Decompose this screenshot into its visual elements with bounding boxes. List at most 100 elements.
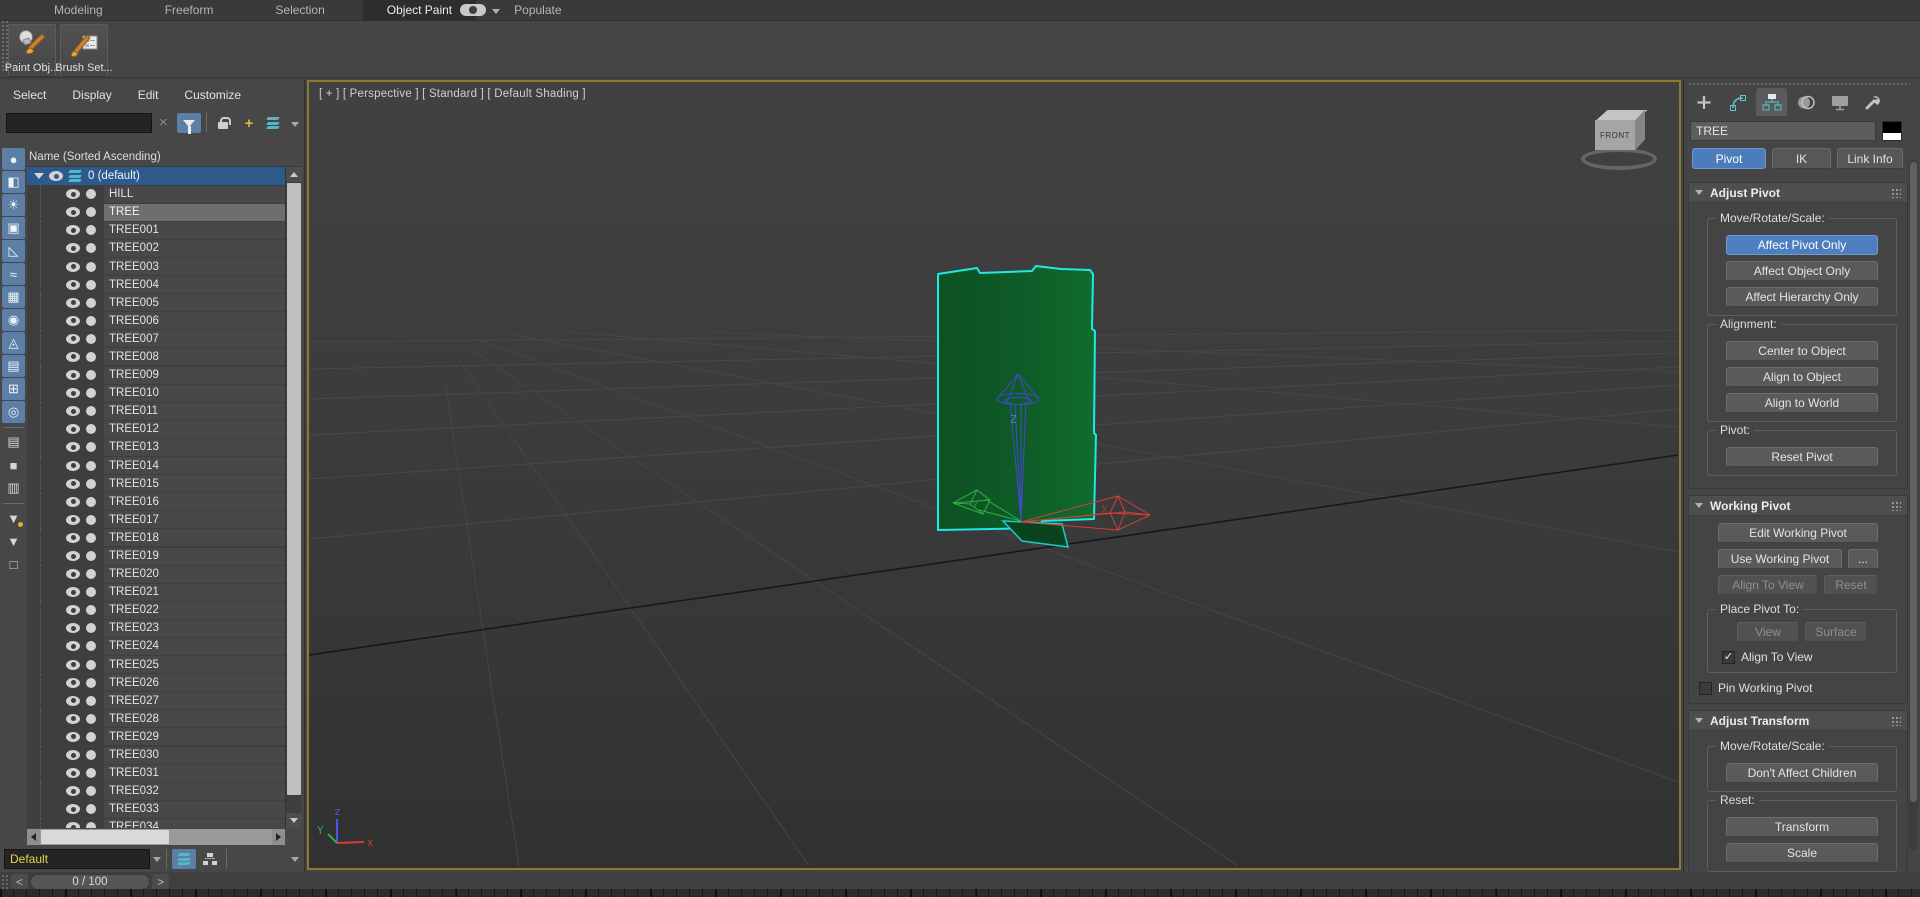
visibility-eye-icon[interactable] (66, 189, 80, 199)
visibility-eye-icon[interactable] (49, 171, 63, 181)
tab-display[interactable] (1824, 88, 1855, 116)
selection-dot-icon[interactable] (86, 334, 96, 344)
visibility-eye-icon[interactable] (66, 479, 80, 489)
selection-dot-icon[interactable] (86, 461, 96, 471)
list-sort-header[interactable]: Name (Sorted Ascending) (27, 148, 301, 167)
list-item-tree030[interactable]: TREE030 (27, 746, 285, 764)
list-item-tree029[interactable]: TREE029 (27, 728, 285, 746)
visibility-eye-icon[interactable] (66, 533, 80, 543)
time-slider[interactable]: 0 / 100 (30, 874, 150, 890)
visibility-eye-icon[interactable] (66, 225, 80, 235)
display-lights-icon[interactable]: ☀ (2, 194, 25, 216)
selection-dot-icon[interactable] (86, 243, 96, 253)
toolbar-more-caret-icon[interactable] (291, 122, 299, 127)
selection-dot-icon[interactable] (86, 533, 96, 543)
visibility-eye-icon[interactable] (66, 298, 80, 308)
selection-dot-icon[interactable] (86, 551, 96, 561)
transform-button[interactable]: Transform (1726, 817, 1877, 837)
scrollbar-thumb[interactable] (1910, 162, 1917, 802)
scale-button[interactable]: Scale (1726, 843, 1877, 863)
previous-frame-button[interactable]: < (11, 874, 28, 890)
layer-combo-caret-icon[interactable] (153, 857, 161, 862)
visibility-eye-icon[interactable] (66, 370, 80, 380)
list-item-tree013[interactable]: TREE013 (27, 438, 285, 456)
display-helpers-icon[interactable]: ◺ (2, 240, 25, 262)
visibility-eye-icon[interactable] (66, 660, 80, 670)
visibility-eye-icon[interactable] (66, 461, 80, 471)
menu-edit[interactable]: Edit (138, 88, 159, 102)
list-item-tree003[interactable]: TREE003 (27, 257, 285, 275)
list-item-tree032[interactable]: TREE032 (27, 782, 285, 800)
collapse-arrow-icon[interactable] (1695, 190, 1703, 195)
ribbon-tab-selection[interactable]: Selection (251, 0, 348, 20)
rollout-header[interactable]: Working Pivot (1689, 496, 1907, 516)
ribbon-tab-freeform[interactable]: Freeform (141, 0, 238, 20)
link-info-mode-button[interactable]: Link Info (1837, 148, 1903, 169)
visibility-eye-icon[interactable] (66, 786, 80, 796)
align-to-view-button[interactable]: Align To View (1718, 575, 1818, 595)
list-item-tree015[interactable]: TREE015 (27, 475, 285, 493)
selection-dot-icon[interactable] (86, 714, 96, 724)
visibility-eye-icon[interactable] (66, 605, 80, 615)
filter-icon[interactable]: ▼ (2, 530, 25, 552)
scrollbar-thumb[interactable] (287, 183, 301, 795)
ribbon-tab-populate[interactable]: Populate (490, 0, 585, 20)
list-item-tree027[interactable]: TREE027 (27, 692, 285, 710)
don-t-affect-children-button[interactable]: Don't Affect Children (1726, 763, 1877, 783)
selection-dot-icon[interactable] (86, 660, 96, 670)
list-item-tree025[interactable]: TREE025 (27, 656, 285, 674)
tab-motion[interactable] (1790, 88, 1821, 116)
rollout-grip-icon[interactable] (1891, 716, 1901, 726)
selection-dot-icon[interactable] (86, 406, 96, 416)
ribbon-minimize-button[interactable] (460, 4, 486, 16)
selection-dot-icon[interactable] (86, 424, 96, 434)
visibility-eye-icon[interactable] (66, 678, 80, 688)
lock-explorer-button[interactable] (211, 113, 235, 133)
menu-display[interactable]: Display (72, 88, 111, 102)
expand-triangle-icon[interactable] (34, 173, 44, 179)
selection-dot-icon[interactable] (86, 189, 96, 199)
list-item-tree016[interactable]: TREE016 (27, 493, 285, 511)
visibility-eye-icon[interactable] (66, 262, 80, 272)
expand-list-icon[interactable]: ▤ (2, 431, 25, 453)
pin-working-pivot-checkbox[interactable] (1699, 682, 1712, 695)
selection-dot-icon[interactable] (86, 804, 96, 814)
selection-dot-icon[interactable] (86, 732, 96, 742)
list-item-tree017[interactable]: TREE017 (27, 511, 285, 529)
list-item-tree033[interactable]: TREE033 (27, 800, 285, 818)
visibility-eye-icon[interactable] (66, 641, 80, 651)
layer-explorer-button[interactable] (261, 113, 285, 133)
selection-dot-icon[interactable] (86, 225, 96, 235)
ik-mode-button[interactable]: IK (1772, 148, 1831, 169)
scrollbar-thumb[interactable] (41, 830, 169, 844)
tab-create[interactable] (1688, 88, 1719, 116)
use-working-pivot-button[interactable]: Use Working Pivot (1718, 549, 1842, 569)
list-item-tree006[interactable]: TREE006 (27, 312, 285, 330)
selection-dot-icon[interactable] (86, 442, 96, 452)
selection-dot-icon[interactable] (86, 316, 96, 326)
visibility-eye-icon[interactable] (66, 732, 80, 742)
viewport-header-label[interactable]: [ + ] [ Perspective ] [ Standard ] [ Def… (319, 88, 586, 100)
tab-utilities[interactable] (1858, 88, 1889, 116)
display-cameras-icon[interactable]: ▣ (2, 217, 25, 239)
viewcube-front-face[interactable]: FRONT (1595, 120, 1635, 150)
rollout-grip-icon[interactable] (1891, 188, 1901, 198)
selection-dot-icon[interactable] (86, 605, 96, 615)
visibility-eye-icon[interactable] (66, 388, 80, 398)
selection-dot-icon[interactable] (86, 641, 96, 651)
visibility-eye-icon[interactable] (66, 515, 80, 525)
list-horizontal-scrollbar[interactable] (27, 829, 285, 845)
visibility-eye-icon[interactable] (66, 243, 80, 253)
reset-pivot-button[interactable]: Reset Pivot (1726, 447, 1877, 467)
list-item-tree028[interactable]: TREE028 (27, 710, 285, 728)
selection-dot-icon[interactable] (86, 696, 96, 706)
next-frame-button[interactable]: > (152, 874, 169, 890)
display-spacewarps-icon[interactable]: ≈ (2, 263, 25, 285)
visibility-eye-icon[interactable] (66, 316, 80, 326)
bottom-more-caret-icon[interactable] (291, 857, 299, 862)
list-item-tree026[interactable]: TREE026 (27, 674, 285, 692)
pick-container-icon[interactable]: □ (2, 553, 25, 575)
scroll-up-button[interactable] (286, 167, 302, 182)
menu-select[interactable]: Select (13, 88, 46, 102)
selection-dot-icon[interactable] (86, 515, 96, 525)
